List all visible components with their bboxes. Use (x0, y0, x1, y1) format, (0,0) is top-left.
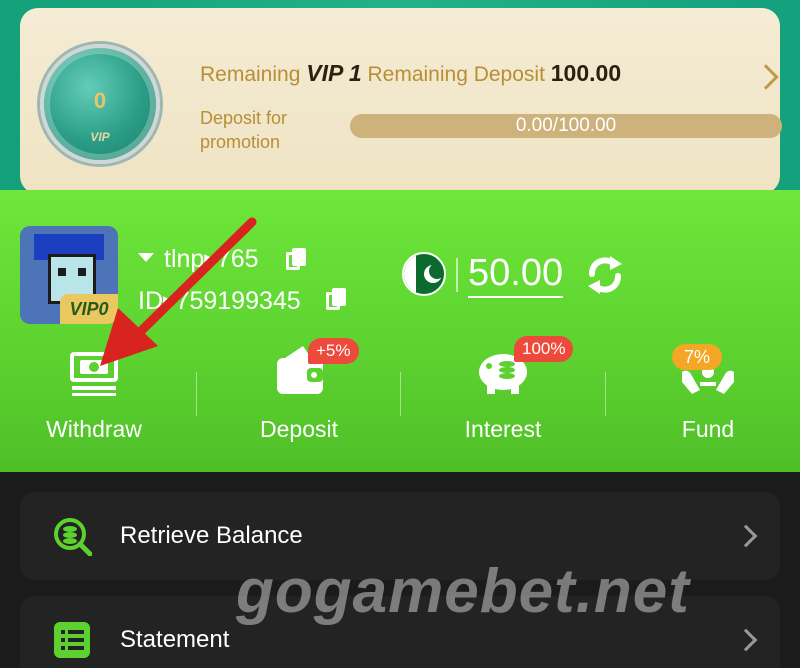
vip-progress-bar: 0.00/100.00 (350, 114, 782, 138)
vip-medal-label: VIP (90, 130, 110, 144)
fund-rate-badge: 7% (672, 344, 723, 370)
vip-remaining-line: Remaining VIP 1 Remaining Deposit 100.00 (200, 60, 621, 87)
withdraw-button[interactable]: Withdraw (4, 338, 184, 443)
chevron-right-icon (734, 628, 758, 652)
withdraw-icon (64, 338, 124, 398)
watermark: gogamebet.net (236, 557, 690, 626)
divider (196, 372, 197, 416)
deposit-bonus-badge: +5% (308, 338, 359, 364)
balance-amount: 50.00 (468, 252, 564, 298)
vip-card[interactable]: 0 VIP Remaining VIP 1 Remaining Deposit … (20, 8, 782, 194)
deposit-label: Deposit (260, 416, 338, 442)
copy-id-icon[interactable] (326, 288, 346, 310)
divider (605, 372, 606, 416)
chevron-right-icon (734, 524, 758, 548)
deposit-promo-label: Deposit for promotion (200, 108, 288, 152)
next-vip-level: VIP 1 (306, 60, 362, 86)
menu-item-label: Retrieve Balance (120, 522, 303, 549)
remaining-label: Remaining (200, 63, 301, 86)
statement-icon (54, 622, 90, 658)
divider (400, 372, 401, 416)
refresh-icon[interactable] (584, 254, 626, 296)
chevron-right-icon[interactable] (753, 64, 779, 90)
vip-medal-level: 0 (93, 88, 107, 113)
vip-medal-icon: 0 VIP (40, 44, 160, 164)
remaining-deposit-value: 100.00 (550, 60, 622, 86)
interest-rate-badge: 100% (514, 336, 574, 362)
menu-item-label: Statement (120, 626, 230, 653)
vip-badge: VIP0 (60, 294, 118, 324)
copy-icon[interactable] (286, 248, 306, 270)
divider (456, 258, 458, 292)
fund-label: Fund (681, 416, 735, 442)
deposit-button[interactable]: Deposit (209, 338, 389, 443)
username: tlnp▸765 (164, 245, 259, 273)
user-id: ID▸759199345 (138, 287, 301, 315)
caret-down-icon[interactable] (138, 253, 154, 262)
interest-label: Interest (464, 416, 542, 442)
withdraw-label: Withdraw (46, 416, 142, 442)
retrieve-balance-icon (54, 518, 92, 556)
pakistan-flag-icon (402, 252, 446, 296)
remaining-deposit-label: Remaining Deposit (367, 63, 545, 86)
